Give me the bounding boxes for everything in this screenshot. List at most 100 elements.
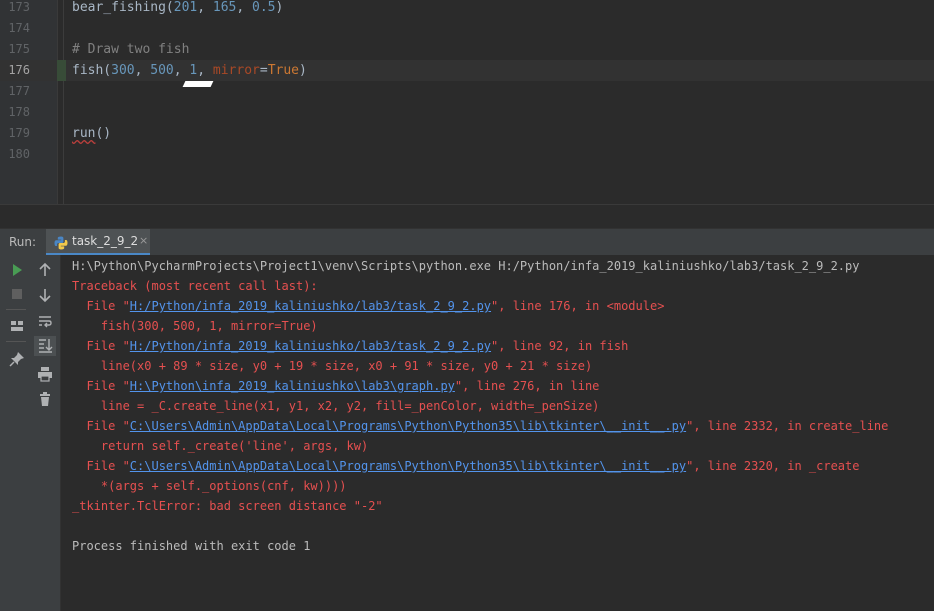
code-line[interactable]: 179 run() bbox=[0, 123, 934, 144]
console-error-line: File "C:\Users\Admin\AppData\Local\Progr… bbox=[72, 416, 888, 436]
code-token: , bbox=[173, 63, 190, 78]
code-line-current[interactable]: 176 fish(300, 500, 1, mirror=True) bbox=[0, 60, 934, 81]
line-number: 176 bbox=[8, 63, 30, 77]
code-token: bear_fishing( bbox=[72, 0, 174, 15]
run-label: Run: bbox=[9, 235, 37, 249]
code-line[interactable]: 173 bear_fishing(201, 165, 0.5) bbox=[0, 0, 934, 18]
code-token: ) bbox=[299, 63, 307, 78]
toolbar-separator bbox=[6, 309, 26, 310]
run-tool-window-header: Run: task_2_9_2 × bbox=[0, 228, 934, 256]
line-number: 179 bbox=[8, 126, 30, 140]
code-token: 165 bbox=[212, 0, 237, 15]
console-line: H:\Python\PycharmProjects\Project1\venv\… bbox=[72, 256, 859, 276]
tab-close-icon[interactable]: × bbox=[139, 229, 148, 253]
console-error-line: File "H:/Python/infa_2019_kaliniushko/la… bbox=[72, 296, 664, 316]
file-path-link[interactable]: C:\Users\Admin\AppData\Local\Programs\Py… bbox=[130, 459, 686, 473]
code-token: 201 bbox=[173, 0, 198, 15]
code-token: ) bbox=[275, 0, 284, 15]
trash-icon[interactable] bbox=[36, 390, 54, 408]
scroll-to-end-icon[interactable] bbox=[34, 336, 56, 356]
console-text: File " bbox=[72, 379, 130, 393]
arrow-down-icon[interactable] bbox=[36, 286, 54, 304]
console-line: Process finished with exit code 1 bbox=[72, 536, 310, 556]
console-error-line: line = _C.create_line(x1, y1, x2, y2, fi… bbox=[72, 396, 600, 416]
console-text: line = _C.create_line(x1, y1, x2, y2, fi… bbox=[72, 399, 600, 413]
line-number: 178 bbox=[8, 105, 30, 119]
text-caret-marker bbox=[182, 81, 214, 87]
console-error-line: line(x0 + 89 * size, y0 + 19 * size, x0 … bbox=[72, 356, 592, 376]
file-path-link[interactable]: H:/Python/infa_2019_kaliniushko/lab3/tas… bbox=[130, 299, 491, 313]
code-text: fish(300, 500, 1, mirror=True) bbox=[72, 60, 307, 81]
current-line-marker bbox=[57, 60, 66, 81]
console-error-line: Traceback (most recent call last): bbox=[72, 276, 318, 296]
console-error-line: File "H:\Python\infa_2019_kaliniushko\la… bbox=[72, 376, 599, 396]
pin-icon[interactable] bbox=[8, 350, 26, 368]
code-token: True bbox=[267, 63, 300, 78]
code-line[interactable]: 177 bbox=[0, 81, 934, 102]
layout-icon[interactable] bbox=[8, 317, 26, 335]
code-line[interactable]: 175 # Draw two fish bbox=[0, 39, 934, 60]
console-error-line: File "C:\Users\Admin\AppData\Local\Progr… bbox=[72, 456, 859, 476]
console-text: fish(300, 500, 1, mirror=True) bbox=[72, 319, 318, 333]
line-number: 175 bbox=[8, 42, 30, 56]
console-text: H:\Python\PycharmProjects\Project1\venv\… bbox=[72, 259, 860, 273]
code-token: , bbox=[236, 0, 253, 15]
code-token: # Draw two fish bbox=[72, 42, 190, 57]
stop-icon[interactable] bbox=[8, 285, 26, 303]
run-toolbar bbox=[0, 255, 61, 611]
code-token: fish( bbox=[72, 63, 112, 78]
console-text: Process finished with exit code 1 bbox=[72, 539, 311, 553]
file-path-link[interactable]: H:\Python\infa_2019_kaliniushko\lab3\gra… bbox=[130, 379, 455, 393]
python-file-icon bbox=[54, 235, 68, 250]
code-token: , bbox=[197, 0, 213, 15]
code-token: , bbox=[134, 63, 151, 78]
console-text: ", line 176, in <module> bbox=[491, 299, 665, 313]
code-token: run bbox=[72, 126, 96, 141]
console-text: Traceback (most recent call last): bbox=[72, 279, 318, 293]
console-text: *(args + self._options(cnf, kw)))) bbox=[72, 479, 347, 493]
code-token: mirror bbox=[212, 63, 260, 78]
console-text: ", line 92, in fish bbox=[491, 339, 629, 353]
line-number: 173 bbox=[8, 0, 30, 14]
code-line[interactable]: 178 bbox=[0, 102, 934, 123]
code-line[interactable]: 180 bbox=[0, 144, 934, 165]
editor-empty-area bbox=[0, 204, 934, 229]
console-text: ", line 276, in line bbox=[454, 379, 600, 393]
soft-wrap-icon[interactable] bbox=[36, 312, 54, 330]
code-token: 0.5 bbox=[252, 0, 276, 15]
toolbar-separator bbox=[6, 341, 26, 342]
console-text: ", line 2320, in _create bbox=[686, 459, 860, 473]
code-text: run() bbox=[72, 123, 111, 144]
console-text: ", line 2332, in create_line bbox=[686, 419, 889, 433]
console-text: File " bbox=[72, 419, 130, 433]
arrow-up-icon[interactable] bbox=[36, 261, 54, 279]
tab-task-2-9-2[interactable]: task_2_9_2 × bbox=[46, 229, 150, 255]
console-text: line(x0 + 89 * size, y0 + 19 * size, x0 … bbox=[72, 359, 593, 373]
console-error-line: return self._create('line', args, kw) bbox=[72, 436, 368, 456]
code-token: , bbox=[197, 63, 213, 78]
line-number: 174 bbox=[8, 21, 30, 35]
console-output[interactable]: H:\Python\PycharmProjects\Project1\venv\… bbox=[61, 255, 934, 611]
line-number: 177 bbox=[8, 84, 30, 98]
code-token: = bbox=[259, 63, 268, 78]
code-text: # Draw two fish bbox=[72, 39, 189, 60]
console-text: File " bbox=[72, 299, 130, 313]
console-text: _tkinter.TclError: bad screen distance "… bbox=[72, 499, 383, 513]
file-path-link[interactable]: H:/Python/infa_2019_kaliniushko/lab3/tas… bbox=[130, 339, 491, 353]
play-icon[interactable] bbox=[8, 261, 26, 279]
code-token: () bbox=[95, 126, 112, 141]
code-text: bear_fishing(201, 165, 0.5) bbox=[72, 0, 283, 18]
print-icon[interactable] bbox=[36, 365, 54, 383]
line-number: 180 bbox=[8, 147, 30, 161]
console-error-line: fish(300, 500, 1, mirror=True) bbox=[72, 316, 318, 336]
console-error-line: _tkinter.TclError: bad screen distance "… bbox=[72, 496, 383, 516]
code-line[interactable]: 174 bbox=[0, 18, 934, 39]
tab-label: task_2_9_2 bbox=[72, 234, 139, 248]
console-text: File " bbox=[72, 459, 130, 473]
file-path-link[interactable]: C:\Users\Admin\AppData\Local\Programs\Py… bbox=[130, 419, 686, 433]
console-text: File " bbox=[72, 339, 130, 353]
console-error-line: File "H:/Python/infa_2019_kaliniushko/la… bbox=[72, 336, 628, 356]
code-token: 300 bbox=[111, 63, 135, 78]
code-editor[interactable]: 173 bear_fishing(201, 165, 0.5) 174 175 # Dr… bbox=[0, 0, 934, 204]
console-text: return self._create('line', args, kw) bbox=[72, 439, 369, 453]
